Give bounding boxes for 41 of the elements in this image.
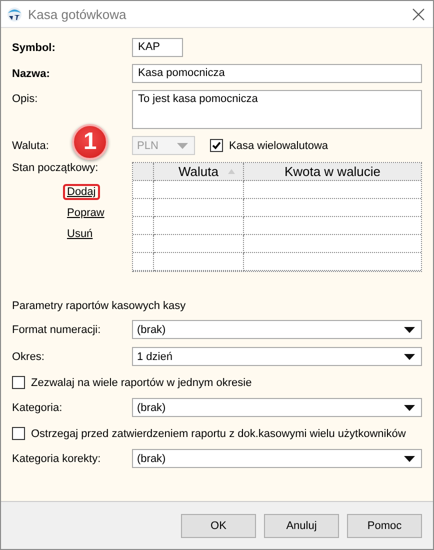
dialog-button[interactable]: Anuluj xyxy=(264,514,339,538)
field-label: Waluta: xyxy=(12,140,49,152)
field-label: Format numeracji: xyxy=(12,324,101,336)
dropdown-arrow-icon xyxy=(404,326,415,332)
checkbox[interactable] xyxy=(12,376,25,389)
input-field[interactable]: KAP xyxy=(132,38,183,57)
dropdown-arrow-icon xyxy=(404,354,415,360)
field-label: Nazwa: xyxy=(12,68,50,80)
close-icon[interactable] xyxy=(412,8,425,20)
app-logo-icon xyxy=(7,6,22,22)
sort-icon xyxy=(228,169,235,174)
dropdown[interactable]: (brak) xyxy=(132,449,422,468)
step-badge: 1 xyxy=(72,124,108,160)
dropdown-arrow-icon xyxy=(177,142,188,148)
input-field[interactable]: Kasa pomocnicza xyxy=(132,64,422,83)
field-label: Kategoria korekty: xyxy=(12,452,101,464)
checkbox-label: Kasa wielowalutowa xyxy=(229,140,328,152)
dropdown-arrow-icon xyxy=(404,404,415,410)
field-label: Opis: xyxy=(12,93,38,105)
checkbox-label: Ostrzegaj przed zatwierdzeniem raportu z dok.kasowymi wielu użytkowników xyxy=(31,428,406,440)
text-area[interactable]: To jest kasa pomocnicza xyxy=(132,90,422,129)
checkbox-label: Zezwalaj na wiele raportów w jednym okresie xyxy=(31,376,252,388)
field-label: Kategoria: xyxy=(12,402,62,414)
dialog-button[interactable]: OK xyxy=(181,514,256,538)
column-header[interactable]: Waluta xyxy=(154,163,244,181)
dropdown[interactable]: (brak) xyxy=(132,320,422,339)
field-label: Okres: xyxy=(12,350,44,362)
field-label: Stan początkowy: xyxy=(12,162,100,174)
dropdown[interactable]: (brak) xyxy=(132,398,422,417)
checkbox[interactable] xyxy=(210,139,223,152)
checkbox[interactable] xyxy=(12,427,25,440)
dialog-button[interactable]: Pomoc xyxy=(347,514,422,538)
action-link[interactable]: Usuń xyxy=(63,226,97,242)
field-label: Symbol: xyxy=(12,42,56,54)
column-header[interactable]: Kwota w walucie xyxy=(244,163,421,181)
dropdown[interactable]: 1 dzień xyxy=(132,347,422,366)
dropdown-arrow-icon xyxy=(404,456,415,462)
action-link[interactable]: Dodaj xyxy=(63,184,100,200)
window-title: Kasa gotówkowa xyxy=(28,6,128,22)
section-title: Parametry raportów kasowych kasy xyxy=(12,300,187,312)
action-link[interactable]: Popraw xyxy=(63,205,108,221)
